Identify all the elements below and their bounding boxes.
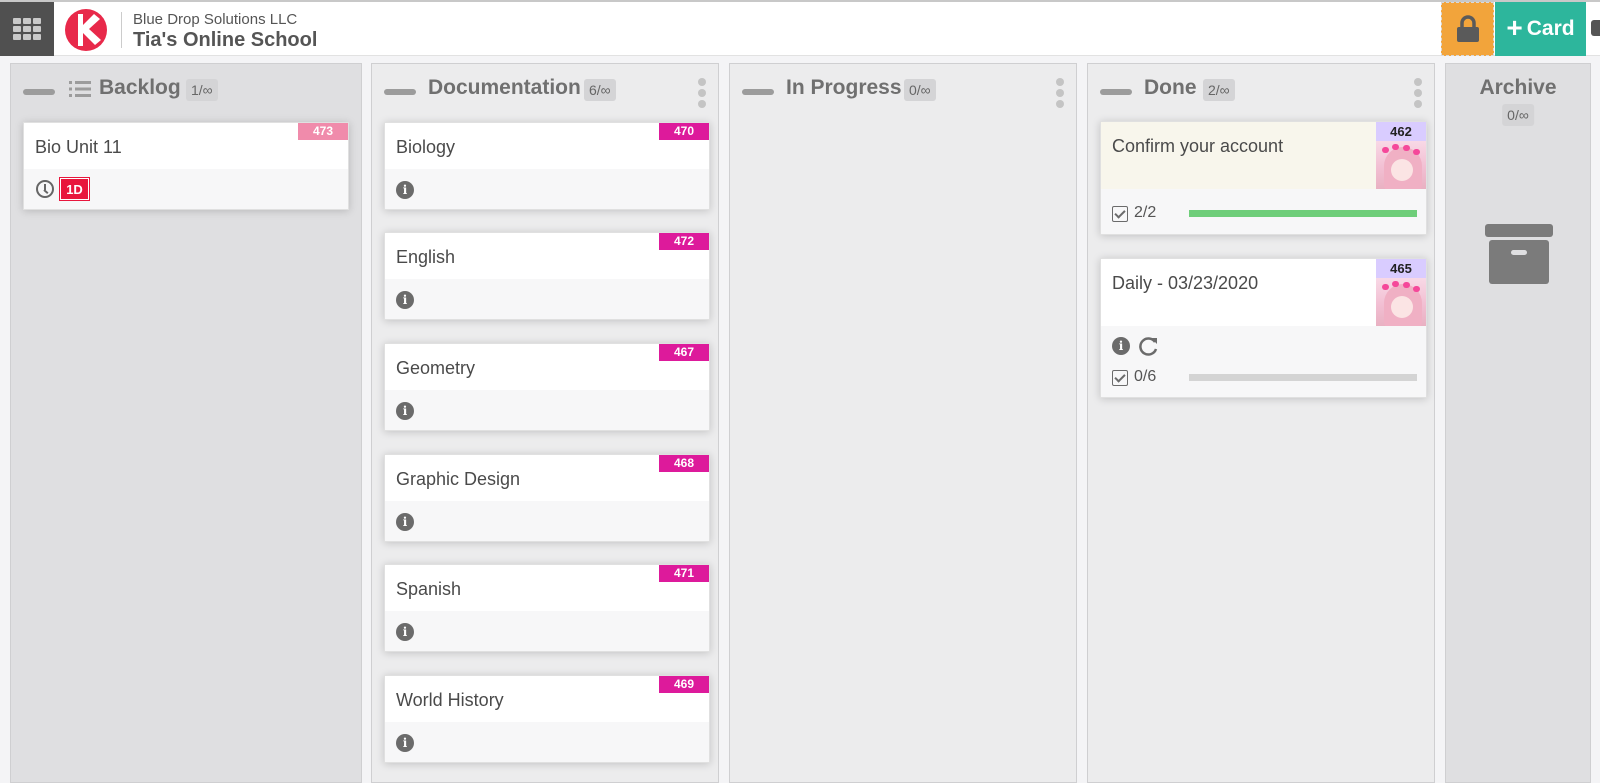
card-462[interactable]: Confirm your account 462 2/2 — [1100, 121, 1427, 235]
column-menu-icon[interactable] — [1056, 78, 1064, 108]
card-title: Confirm your account — [1112, 136, 1284, 156]
wip-limit-badge: 6/∞ — [584, 79, 616, 101]
info-icon[interactable]: i — [396, 402, 414, 420]
grid-icon — [13, 18, 41, 40]
card-title: Graphic Design — [396, 469, 521, 489]
wip-limit-badge: 0/∞ — [904, 79, 936, 101]
collapse-column-handle[interactable] — [742, 89, 774, 95]
wip-limit-badge: 0/∞ — [1502, 104, 1534, 126]
lock-icon — [1456, 15, 1479, 42]
card-title: World History — [396, 690, 504, 710]
info-icon[interactable]: i — [396, 291, 414, 309]
column-backlog: Backlog 1/∞ Bio Unit 11 473 1D — [10, 63, 362, 783]
progress-fill — [1189, 210, 1417, 217]
assignee-avatar[interactable]: 462 — [1376, 122, 1426, 189]
checklist-icon — [1112, 206, 1128, 222]
checklist-icon — [1112, 370, 1128, 386]
add-card-button[interactable]: + Card — [1495, 2, 1586, 56]
wip-limit-badge: 1/∞ — [186, 79, 218, 101]
top-bar: Blue Drop Solutions LLC Tia's Online Sch… — [0, 0, 1600, 56]
card-title: English — [396, 247, 456, 267]
column-header: Documentation 6/∞ — [372, 74, 718, 108]
card-469[interactable]: World History 469 i — [384, 675, 710, 763]
column-title: Backlog — [99, 76, 181, 99]
due-date-badge: 1D — [59, 177, 90, 201]
info-icon[interactable]: i — [396, 734, 414, 752]
avatar-image — [1376, 278, 1426, 326]
info-icon[interactable]: i — [396, 513, 414, 531]
collapse-column-handle[interactable] — [23, 89, 55, 95]
info-icon[interactable]: i — [396, 181, 414, 199]
card-471[interactable]: Spanish 471 i — [384, 564, 710, 652]
card-number-tag: 470 — [659, 123, 709, 140]
card-title: Daily - 03/23/2020 — [1112, 273, 1259, 293]
card-number-tag: 468 — [659, 455, 709, 472]
column-title: In Progress — [786, 76, 902, 99]
column-in-progress: In Progress 0/∞ — [729, 63, 1077, 783]
checklist-progress-bar — [1189, 374, 1417, 381]
lock-board-button[interactable] — [1441, 2, 1494, 56]
card-number-tag: 467 — [659, 344, 709, 361]
column-documentation: Documentation 6/∞ Biology 470 i English … — [371, 63, 719, 783]
settings-icon[interactable] — [1591, 20, 1600, 36]
organization-name: Blue Drop Solutions LLC — [133, 11, 298, 28]
avatar-image — [1376, 141, 1426, 189]
clock-icon — [36, 180, 54, 198]
card-number-tag: 471 — [659, 565, 709, 582]
collapse-column-handle[interactable] — [384, 89, 416, 95]
apps-menu-button[interactable] — [0, 2, 54, 56]
column-title: Documentation — [428, 76, 581, 99]
archive-box-icon — [1485, 224, 1553, 284]
card-number-tag: 465 — [1376, 259, 1426, 278]
column-done: Done 2/∞ Confirm your account 462 2/2 Da… — [1087, 63, 1435, 783]
column-title: Done — [1144, 76, 1197, 99]
card-468[interactable]: Graphic Design 468 i — [384, 454, 710, 542]
card-number-tag: 469 — [659, 676, 709, 693]
column-archive[interactable]: Archive 0/∞ — [1445, 63, 1591, 783]
board-name[interactable]: Tia's Online School — [133, 29, 317, 52]
add-card-label: Card — [1526, 17, 1575, 40]
plus-icon: + — [1506, 12, 1523, 43]
column-title: Archive — [1479, 76, 1557, 99]
card-470[interactable]: Biology 470 i — [384, 122, 710, 210]
card-473[interactable]: Bio Unit 11 473 1D — [23, 122, 349, 210]
list-icon — [69, 81, 91, 97]
card-472[interactable]: English 472 i — [384, 232, 710, 320]
card-title: Geometry — [396, 358, 476, 378]
card-number-tag: 473 — [298, 123, 348, 140]
info-icon[interactable]: i — [396, 623, 414, 641]
card-title: Biology — [396, 137, 456, 157]
card-467[interactable]: Geometry 467 i — [384, 343, 710, 431]
kanban-logo-icon[interactable] — [64, 8, 108, 52]
info-icon[interactable]: i — [1112, 337, 1130, 355]
logo-divider — [121, 12, 122, 48]
checklist-count: 2/2 — [1134, 204, 1157, 221]
column-header: Done 2/∞ — [1088, 74, 1434, 108]
wip-limit-badge: 2/∞ — [1203, 79, 1235, 101]
card-465[interactable]: Daily - 03/23/2020 465 i 0/6 — [1100, 258, 1427, 398]
checklist-progress-bar — [1189, 210, 1417, 217]
assignee-avatar[interactable]: 465 — [1376, 259, 1426, 326]
column-menu-icon[interactable] — [1414, 78, 1422, 108]
card-title: Spanish — [396, 579, 462, 599]
collapse-column-handle[interactable] — [1100, 89, 1132, 95]
recurring-icon[interactable] — [1138, 335, 1160, 357]
card-title: Bio Unit 11 — [35, 137, 122, 157]
card-number-tag: 472 — [659, 233, 709, 250]
column-menu-icon[interactable] — [698, 78, 706, 108]
card-number-tag: 462 — [1376, 122, 1426, 141]
column-header: In Progress 0/∞ — [730, 74, 1076, 108]
column-header: Backlog 1/∞ — [11, 74, 361, 102]
checklist-count: 0/6 — [1134, 368, 1157, 385]
